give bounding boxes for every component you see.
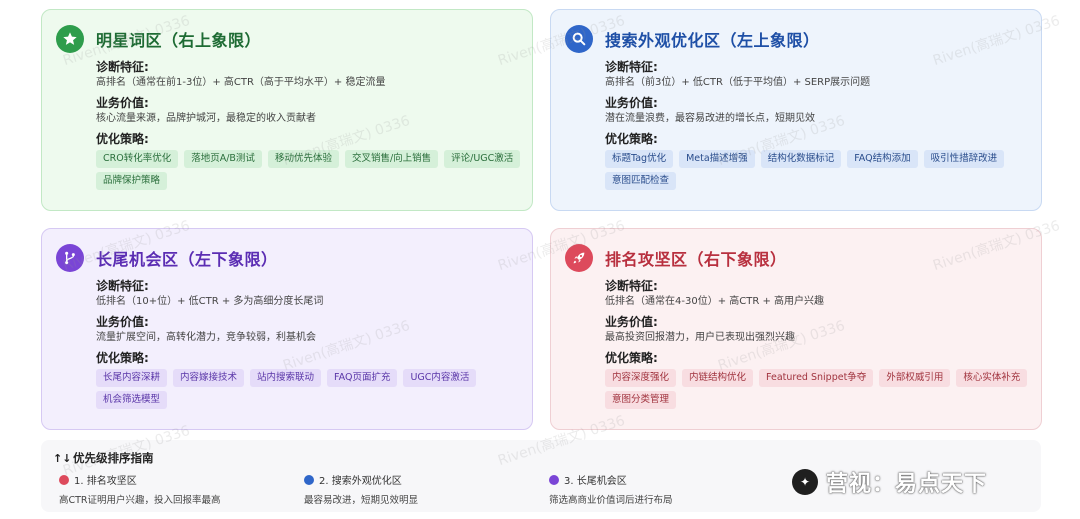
strategy-tag: 标题Tag优化 bbox=[605, 150, 674, 168]
priority-item: 1. 排名攻坚区 高CTR证明用户兴趣，投入回报率最高 bbox=[53, 472, 298, 506]
priority-label: 1. 排名攻坚区 bbox=[74, 476, 137, 487]
rocket-icon bbox=[565, 244, 593, 272]
priority-desc: 高CTR证明用户兴趣，投入回报率最高 bbox=[59, 495, 221, 506]
sort-icon: ↑↓ bbox=[53, 451, 72, 465]
priority-guide-title: 优先级排序指南 bbox=[73, 451, 154, 465]
priority-item: 2. 搜索外观优化区 最容易改进，短期见效明显 bbox=[298, 472, 543, 506]
strategy-tags: 长尾内容深耕 内容嫁接技术 站内搜索联动 FAQ页面扩充 UGC内容激活 机会筛… bbox=[96, 369, 536, 409]
strategy-heading: 优化策略: bbox=[96, 132, 149, 146]
strategy-tag: FAQ页面扩充 bbox=[327, 369, 398, 387]
search-icon bbox=[565, 25, 593, 53]
strategy-tags: 标题Tag优化 Meta描述增强 结构化数据标记 FAQ结构添加 吸引性措辞改进… bbox=[605, 150, 1045, 190]
value-heading: 业务价值: bbox=[96, 96, 149, 110]
strategy-tag: 品牌保护策略 bbox=[96, 172, 168, 190]
diagnosis-text: 低排名（10+位）+ 低CTR + 多为高细分度长尾词 bbox=[96, 296, 324, 307]
strategy-tag: 站内搜索联动 bbox=[250, 369, 322, 387]
quadrant-title: 搜索外观优化区（左上象限） bbox=[605, 31, 820, 50]
quadrant-longtail-card: 长尾机会区（左下象限） 诊断特征: 低排名（10+位）+ 低CTR + 多为高细… bbox=[41, 228, 533, 430]
quadrant-star-card: 明星词区（右上象限） 诊断特征: 高排名（通常在前1-3位）+ 高CTR（高于平… bbox=[41, 9, 533, 211]
value-heading: 业务价值: bbox=[605, 315, 658, 329]
strategy-heading: 优化策略: bbox=[605, 351, 658, 365]
priority-desc: 最容易改进，短期见效明显 bbox=[304, 495, 419, 506]
priority-label: 2. 搜索外观优化区 bbox=[319, 476, 402, 487]
strategy-tag: 核心实体补充 bbox=[956, 369, 1028, 387]
priority-desc: 筛选高商业价值词后进行布局 bbox=[549, 495, 673, 506]
diagnosis-text: 低排名（通常在4-30位）+ 高CTR + 高用户兴趣 bbox=[605, 296, 825, 307]
strategy-tag: 内容嫁接技术 bbox=[173, 369, 245, 387]
diagnosis-heading: 诊断特征: bbox=[96, 279, 149, 293]
strategy-tag: 意图匹配检查 bbox=[605, 172, 677, 190]
strategy-tag: 评论/UGC激活 bbox=[444, 150, 521, 168]
priority-dot bbox=[304, 474, 314, 485]
quadrant-rank-card: 排名攻坚区（右下象限） 诊断特征: 低排名（通常在4-30位）+ 高CTR + … bbox=[550, 228, 1042, 430]
strategy-tag: 内链结构优化 bbox=[682, 369, 754, 387]
strategy-tags: 内容深度强化 内链结构优化 Featured Snippet争夺 外部权威引用 … bbox=[605, 369, 1045, 409]
strategy-tag: 外部权威引用 bbox=[879, 369, 951, 387]
strategy-tag: Meta描述增强 bbox=[679, 150, 755, 168]
quadrant-serp-card: 搜索外观优化区（左上象限） 诊断特征: 高排名（前3位）+ 低CTR（低于平均值… bbox=[550, 9, 1042, 211]
value-text: 潜在流量浪费，最容易改进的增长点，短期见效 bbox=[605, 113, 815, 124]
quadrant-title: 明星词区（右上象限） bbox=[96, 31, 262, 50]
priority-dot bbox=[549, 474, 559, 485]
value-text: 核心流量来源，品牌护城河，最稳定的收入贡献者 bbox=[96, 113, 316, 124]
diagnosis-heading: 诊断特征: bbox=[605, 279, 658, 293]
value-text: 流量扩展空间，高转化潜力，竞争较弱，利基机会 bbox=[96, 332, 316, 343]
value-heading: 业务价值: bbox=[605, 96, 658, 110]
value-heading: 业务价值: bbox=[96, 315, 149, 329]
strategy-tag: 移动优先体验 bbox=[267, 150, 339, 168]
strategy-tag: 机会筛选模型 bbox=[96, 391, 168, 409]
strategy-tag: 结构化数据标记 bbox=[760, 150, 842, 168]
strategy-tag: 落地页A/B测试 bbox=[184, 150, 262, 168]
diagnosis-text: 高排名（通常在前1-3位）+ 高CTR（高于平均水平）+ 稳定流量 bbox=[96, 77, 386, 88]
strategy-tag: 内容深度强化 bbox=[605, 369, 677, 387]
strategy-tag: 吸引性措辞改进 bbox=[923, 150, 1005, 168]
strategy-tag: 长尾内容深耕 bbox=[96, 369, 168, 387]
brand-logo-icon: ✦ bbox=[792, 469, 818, 495]
priority-label: 3. 长尾机会区 bbox=[564, 476, 627, 487]
strategy-tags: CRO转化率优化 落地页A/B测试 移动优先体验 交叉销售/向上销售 评论/UG… bbox=[96, 150, 536, 190]
priority-dot bbox=[59, 474, 69, 485]
priority-item: 3. 长尾机会区 筛选高商业价值词后进行布局 bbox=[543, 472, 788, 506]
strategy-tag: 交叉销售/向上销售 bbox=[344, 150, 439, 168]
branch-icon bbox=[56, 244, 84, 272]
star-icon bbox=[56, 25, 84, 53]
diagnosis-heading: 诊断特征: bbox=[96, 60, 149, 74]
brand-watermark: ✦ 营视：易点天下 bbox=[792, 466, 987, 498]
diagnosis-heading: 诊断特征: bbox=[605, 60, 658, 74]
strategy-tag: CRO转化率优化 bbox=[96, 150, 179, 168]
value-text: 最高投资回报潜力，用户已表现出强烈兴趣 bbox=[605, 332, 795, 343]
strategy-heading: 优化策略: bbox=[96, 351, 149, 365]
diagnosis-text: 高排名（前3位）+ 低CTR（低于平均值）+ SERP展示问题 bbox=[605, 77, 871, 88]
quadrant-title: 长尾机会区（左下象限） bbox=[96, 250, 278, 269]
brand-text: 营视：易点天下 bbox=[826, 472, 988, 497]
strategy-tag: UGC内容激活 bbox=[403, 369, 477, 387]
strategy-heading: 优化策略: bbox=[605, 132, 658, 146]
strategy-tag: 意图分类管理 bbox=[605, 391, 677, 409]
strategy-tag: Featured Snippet争夺 bbox=[759, 369, 874, 387]
quadrant-title: 排名攻坚区（右下象限） bbox=[605, 250, 787, 269]
strategy-tag: FAQ结构添加 bbox=[847, 150, 918, 168]
